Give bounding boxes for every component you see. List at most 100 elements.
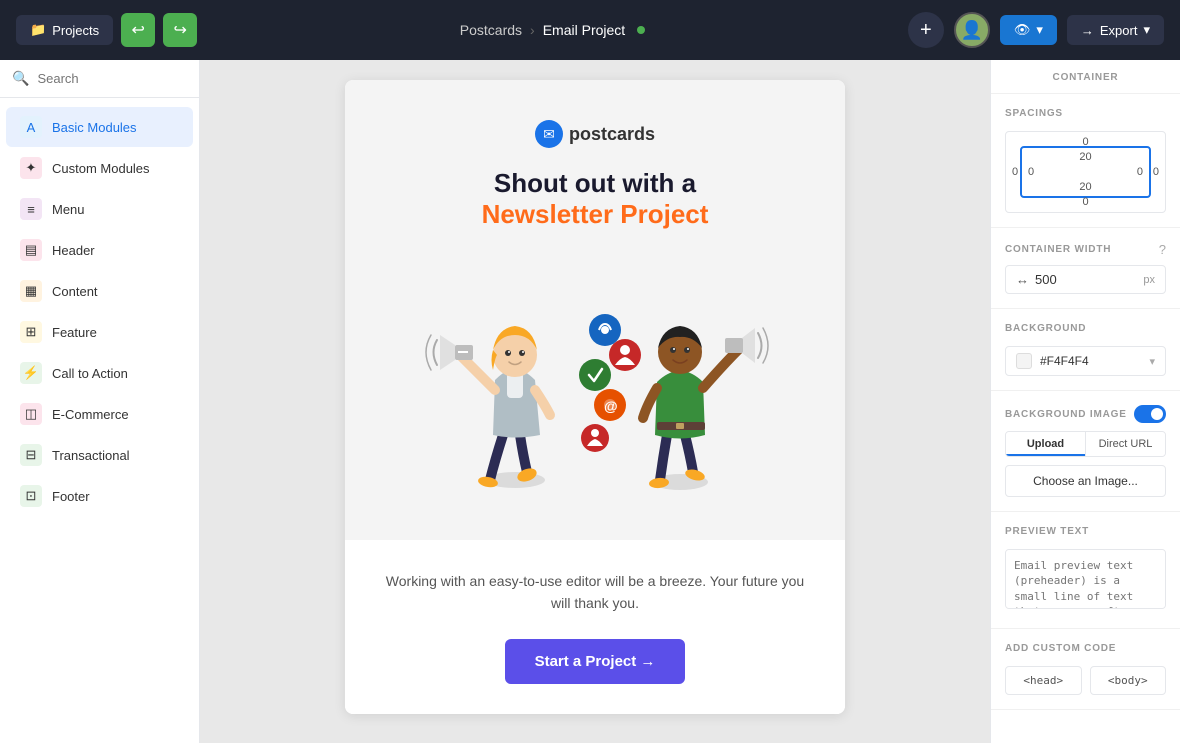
projects-button[interactable]: 📁 Projects xyxy=(16,15,113,45)
container-width-value: 500 xyxy=(1035,272,1137,287)
email-body: Working with an easy-to-use editor will … xyxy=(345,540,845,714)
illustration-svg: @ xyxy=(385,230,805,510)
upload-tab[interactable]: Upload xyxy=(1006,432,1086,456)
feature-icon: ⊞ xyxy=(20,321,42,343)
bg-image-toggle[interactable] xyxy=(1134,405,1166,423)
sidebar-item-label: Transactional xyxy=(52,448,130,463)
sidebar-item-custom-modules[interactable]: ✦ Custom Modules xyxy=(6,148,193,188)
content-icon: ▦ xyxy=(20,280,42,302)
search-icon: 🔍 xyxy=(12,70,29,87)
background-title: BACKGROUND xyxy=(1005,323,1166,334)
projects-label: Projects xyxy=(52,23,99,38)
container-title: CONTAINER xyxy=(1005,72,1166,93)
container-width-unit: px xyxy=(1143,274,1155,286)
export-chevron: ▾ xyxy=(1143,22,1150,38)
logo-text: postcards xyxy=(569,124,655,145)
cta-icon: ⚡ xyxy=(20,362,42,384)
sidebar-item-basic-modules[interactable]: A Basic Modules xyxy=(6,107,193,147)
bg-image-title: BACKGROUND IMAGE xyxy=(1005,409,1127,420)
spacing-outer: 0 0 0 20 0 0 20 0 xyxy=(1005,131,1166,213)
sidebar-item-label: Basic Modules xyxy=(52,120,137,135)
direct-url-tab[interactable]: Direct URL xyxy=(1086,432,1165,456)
sidebar-item-label: E-Commerce xyxy=(52,407,129,422)
email-card: postcards Shout out with a Newsletter Pr… xyxy=(345,80,845,714)
search-input[interactable] xyxy=(37,71,187,86)
email-header-area: postcards Shout out with a Newsletter Pr… xyxy=(345,80,845,540)
breadcrumb-separator: › xyxy=(530,22,535,38)
background-section: BACKGROUND #F4F4F4 ▾ xyxy=(991,309,1180,391)
sidebar-item-transactional[interactable]: ⊟ Transactional xyxy=(6,435,193,475)
bg-color-hex: #F4F4F4 xyxy=(1040,354,1141,368)
email-logo: postcards xyxy=(385,120,805,148)
header-icon: ▤ xyxy=(20,239,42,261)
preview-text-section: PREVIEW TEXT xyxy=(991,512,1180,629)
menu-icon: ≡ xyxy=(20,198,42,220)
redo-icon: ↪ xyxy=(173,20,186,40)
custom-code-section: ADD CUSTOM CODE <head> <body> xyxy=(991,629,1180,710)
spacing-box: 0 0 0 20 0 0 20 0 xyxy=(1005,131,1166,213)
sidebar-item-header[interactable]: ▤ Header xyxy=(6,230,193,270)
folder-icon: 📁 xyxy=(30,22,46,38)
sidebar-item-content[interactable]: ▦ Content xyxy=(6,271,193,311)
email-cta-button[interactable]: Start a Project → xyxy=(505,639,686,684)
export-icon: → xyxy=(1081,23,1094,38)
sidebar-item-label: Header xyxy=(52,243,95,258)
body-code-button[interactable]: <body> xyxy=(1090,666,1167,695)
search-box: 🔍 xyxy=(0,60,199,98)
breadcrumb: Postcards › Email Project xyxy=(207,22,898,38)
choose-image-button[interactable]: Choose an Image... xyxy=(1005,465,1166,497)
topbar-left: 📁 Projects ↩ ↪ xyxy=(16,13,197,47)
spacing-left-outer: 0 xyxy=(1012,166,1018,178)
code-buttons: <head> <body> xyxy=(1005,666,1166,695)
view-button[interactable]: 👁 ▾ xyxy=(1000,15,1057,45)
sidebar-item-menu[interactable]: ≡ Menu xyxy=(6,189,193,229)
sidebar-item-label: Feature xyxy=(52,325,97,340)
export-button[interactable]: → Export ▾ xyxy=(1067,15,1164,45)
preview-text-input[interactable] xyxy=(1005,549,1166,609)
headline-line2: Newsletter Project xyxy=(385,199,805,230)
breadcrumb-parent[interactable]: Postcards xyxy=(460,22,522,38)
spacing-bottom-outer: 0 xyxy=(1082,196,1088,208)
head-code-button[interactable]: <head> xyxy=(1005,666,1082,695)
sidebar-item-feature[interactable]: ⊞ Feature xyxy=(6,312,193,352)
topbar: 📁 Projects ↩ ↪ Postcards › Email Project… xyxy=(0,0,1180,60)
redo-button[interactable]: ↪ xyxy=(163,13,197,47)
width-icon: ↔ xyxy=(1016,272,1029,287)
topbar-right: + 👤 👁 ▾ → Export ▾ xyxy=(908,12,1164,48)
spacings-section: SPACINGS 0 0 0 20 0 0 20 0 xyxy=(991,94,1180,228)
sidebar-item-call-to-action[interactable]: ⚡ Call to Action xyxy=(6,353,193,393)
spacing-left-inner: 0 xyxy=(1028,166,1034,178)
canvas: postcards Shout out with a Newsletter Pr… xyxy=(200,60,990,743)
sidebar-item-label: Content xyxy=(52,284,98,299)
sidebar-item-e-commerce[interactable]: ◫ E-Commerce xyxy=(6,394,193,434)
sidebar-item-label: Menu xyxy=(52,202,85,217)
help-icon[interactable]: ? xyxy=(1159,242,1166,257)
add-button[interactable]: + xyxy=(908,12,944,48)
main-area: 🔍 A Basic Modules ✦ Custom Modules ≡ Men… xyxy=(0,60,1180,743)
avatar[interactable]: 👤 xyxy=(954,12,990,48)
container-width-section: CONTAINER WIDTH ? ↔ 500 px xyxy=(991,228,1180,309)
background-image-section: BACKGROUND IMAGE Upload Direct URL Choos… xyxy=(991,391,1180,512)
logo-icon xyxy=(535,120,563,148)
spacing-top-inner: 20 xyxy=(1079,151,1091,163)
export-label: Export xyxy=(1100,23,1138,38)
container-width-title: CONTAINER WIDTH xyxy=(1005,244,1111,255)
custom-modules-icon: ✦ xyxy=(20,157,42,179)
ecom-icon: ◫ xyxy=(20,403,42,425)
custom-code-title: ADD CUSTOM CODE xyxy=(1005,643,1166,654)
sidebar-item-label: Call to Action xyxy=(52,366,128,381)
sidebar-item-footer[interactable]: ⊡ Footer xyxy=(6,476,193,516)
bg-dropdown-arrow: ▾ xyxy=(1149,355,1155,368)
upload-tabs: Upload Direct URL xyxy=(1005,431,1166,457)
bg-color-row[interactable]: #F4F4F4 ▾ xyxy=(1005,346,1166,376)
sidebar-item-label: Custom Modules xyxy=(52,161,150,176)
bg-color-swatch xyxy=(1016,353,1032,369)
undo-button[interactable]: ↩ xyxy=(121,13,155,47)
width-row: ↔ 500 px xyxy=(1005,265,1166,294)
basic-modules-icon: A xyxy=(20,116,42,138)
headline-line1: Shout out with a xyxy=(385,168,805,199)
email-illustration: @ xyxy=(385,230,805,510)
spacing-inner: 20 0 0 20 xyxy=(1020,146,1151,198)
status-indicator xyxy=(637,26,645,34)
email-description: Working with an easy-to-use editor will … xyxy=(385,570,805,615)
